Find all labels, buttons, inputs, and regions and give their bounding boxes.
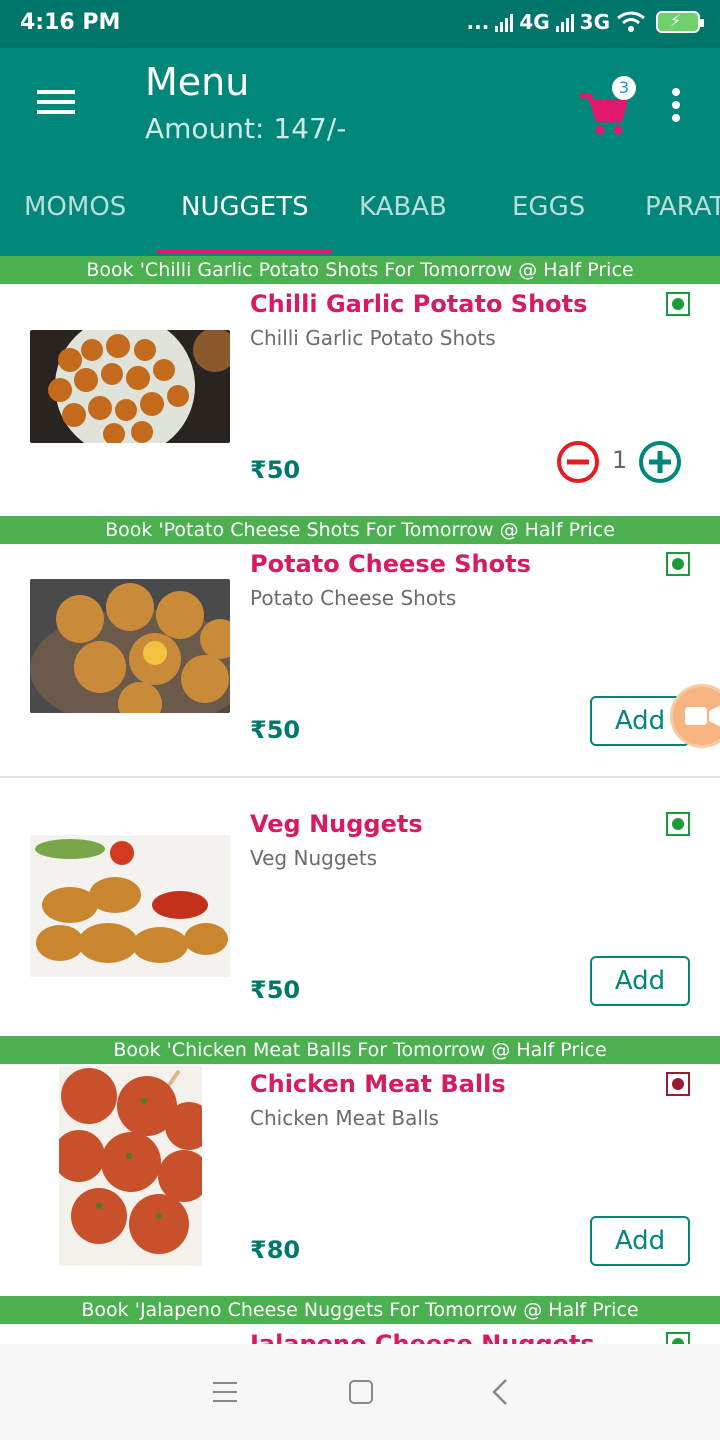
promo-banner[interactable]: Book 'Jalapeno Cheese Nuggets For Tomorr…: [0, 1296, 720, 1324]
tab-eggs[interactable]: EGGS: [512, 192, 585, 222]
app-screen: 4:16 PM ... 4G 3G ⚡ Menu Amount: 147/- 3: [0, 0, 720, 1440]
amount-label: Amount: 147/-: [145, 112, 347, 145]
promo-banner[interactable]: Book 'Potato Cheese Shots For Tomorrow @…: [0, 516, 720, 544]
back-icon[interactable]: [488, 1378, 512, 1406]
recent-apps-icon[interactable]: [213, 1382, 237, 1402]
item-description: Chicken Meat Balls: [250, 1106, 439, 1130]
battery-icon: ⚡: [656, 11, 704, 33]
item-image-chilli-garlic-potato-shots[interactable]: [30, 330, 230, 443]
tab-paratha[interactable]: PARAT: [645, 192, 720, 222]
cart-count-badge: 3: [612, 76, 636, 100]
app-bar: Menu Amount: 147/- 3: [0, 48, 720, 160]
item-price: ₹50: [250, 716, 301, 744]
promo-banner[interactable]: Book 'Chicken Meat Balls For Tomorrow @ …: [0, 1036, 720, 1064]
status-indicators: ... 4G 3G ⚡: [466, 10, 704, 34]
item-description: Chilli Garlic Potato Shots: [250, 326, 496, 350]
veg-indicator-icon: [666, 552, 690, 576]
page-title: Menu: [145, 60, 250, 104]
quantity-value: 1: [612, 446, 628, 474]
active-tab-indicator: [157, 250, 332, 254]
item-description: Veg Nuggets: [250, 846, 378, 870]
item-name: Potato Cheese Shots: [250, 550, 531, 578]
tab-momos[interactable]: MOMOS: [24, 192, 126, 222]
item-name: Chicken Meat Balls: [250, 1070, 506, 1098]
increment-icon[interactable]: [638, 440, 682, 484]
status-dots: ...: [466, 10, 490, 34]
add-button[interactable]: Add: [590, 956, 690, 1006]
promo-banner[interactable]: Book 'Chilli Garlic Potato Shots For Tom…: [0, 256, 720, 284]
video-call-icon[interactable]: [670, 684, 720, 748]
signal-icon-2: [555, 12, 574, 32]
add-button[interactable]: Add: [590, 1216, 690, 1266]
category-tabs: MOMOS NUGGETS KABAB EGGS PARAT: [0, 160, 720, 256]
item-name: Chilli Garlic Potato Shots: [250, 290, 588, 318]
network-3g-label: 3G: [579, 10, 610, 34]
system-nav-bar: [0, 1344, 720, 1440]
overflow-menu-icon[interactable]: [666, 88, 686, 124]
status-bar: 4:16 PM ... 4G 3G ⚡: [0, 0, 720, 48]
tab-nuggets[interactable]: NUGGETS: [181, 192, 309, 222]
item-image-veg-nuggets[interactable]: [30, 835, 230, 977]
decrement-icon[interactable]: [556, 440, 600, 484]
veg-indicator-icon: [666, 292, 690, 316]
veg-indicator-icon: [666, 812, 690, 836]
item-description: Potato Cheese Shots: [250, 586, 457, 610]
item-price: ₹50: [250, 976, 301, 1004]
item-price: ₹80: [250, 1236, 301, 1264]
status-time: 4:16 PM: [20, 10, 121, 35]
item-price: ₹50: [250, 456, 301, 484]
wifi-icon: [617, 11, 645, 32]
tab-kabab[interactable]: KABAB: [359, 192, 447, 222]
quantity-stepper: 1: [556, 438, 682, 484]
signal-icon: [495, 12, 514, 32]
hamburger-menu-icon[interactable]: [30, 84, 82, 124]
nonveg-indicator-icon: [666, 1072, 690, 1096]
item-image-chicken-meat-balls[interactable]: [59, 1066, 202, 1266]
network-4g-label: 4G: [519, 10, 550, 34]
item-name: Veg Nuggets: [250, 810, 423, 838]
item-image-potato-cheese-shots[interactable]: [30, 579, 230, 713]
home-icon[interactable]: [349, 1380, 373, 1404]
